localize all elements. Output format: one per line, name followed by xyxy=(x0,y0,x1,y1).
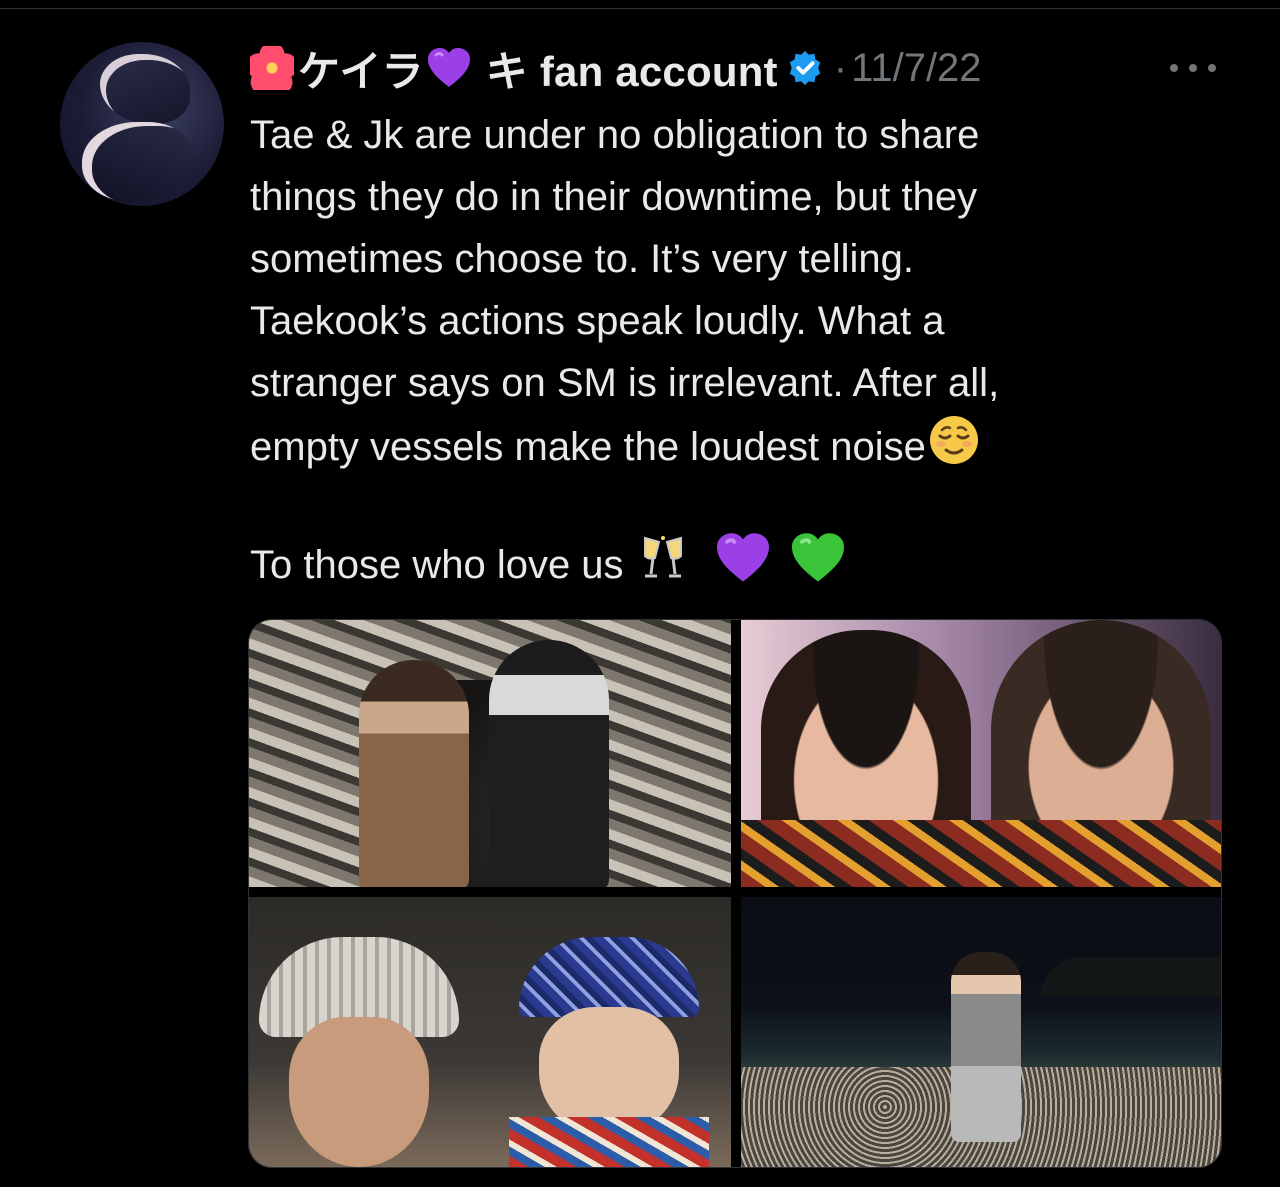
bandana xyxy=(519,937,699,1017)
more-options-icon[interactable] xyxy=(1170,58,1216,78)
photo-night-beach[interactable] xyxy=(741,897,1221,1167)
person-left xyxy=(359,660,469,887)
tweet-text-second: To those who love us xyxy=(250,532,847,596)
avatar-figure-top xyxy=(100,54,190,124)
distant-hills xyxy=(1041,957,1221,997)
face-left xyxy=(289,1017,429,1167)
author-name-tail[interactable]: キ fan account xyxy=(486,38,778,99)
tweet[interactable]: ケイラ キ fan account · 11/7/22 Tae & Jk are… xyxy=(0,0,1280,1187)
author-name-jp[interactable]: ケイラ xyxy=(298,38,424,99)
avatar[interactable] xyxy=(60,42,224,206)
media-grid xyxy=(248,619,1222,1168)
photo-mirror-selfie[interactable] xyxy=(249,620,731,887)
more-dot xyxy=(1208,64,1216,72)
more-dot xyxy=(1189,64,1197,72)
hibiscus-emoji-icon xyxy=(250,46,294,90)
relieved-face-emoji-icon xyxy=(929,416,978,464)
photo-closeup-wink[interactable] xyxy=(741,620,1221,887)
header-separator: · xyxy=(833,45,848,90)
tweet-text-second-body: To those who love us xyxy=(250,543,624,587)
tweet-text: Tae & Jk are under no obligation to shar… xyxy=(250,104,1210,478)
person-standing xyxy=(951,952,1021,1142)
tweet-date[interactable]: 11/7/22 xyxy=(851,46,982,91)
clinking-glasses-emoji-icon xyxy=(643,536,682,578)
tweet-text-body: Tae & Jk are under no obligation to shar… xyxy=(250,113,1000,469)
more-dot xyxy=(1170,64,1178,72)
floral-shirt xyxy=(509,1117,709,1167)
green-heart-emoji-icon xyxy=(791,533,844,582)
photo-hat-bandana[interactable] xyxy=(249,897,731,1167)
patterned-shirt xyxy=(741,820,1221,887)
person-right xyxy=(489,640,609,887)
purple-heart-emoji-icon xyxy=(716,533,769,582)
avatar-figure-bottom xyxy=(82,122,192,202)
verified-badge-icon xyxy=(789,50,820,86)
purple-heart-emoji-icon xyxy=(427,48,470,87)
tweet-header: ケイラ キ fan account · 11/7/22 xyxy=(250,40,982,96)
